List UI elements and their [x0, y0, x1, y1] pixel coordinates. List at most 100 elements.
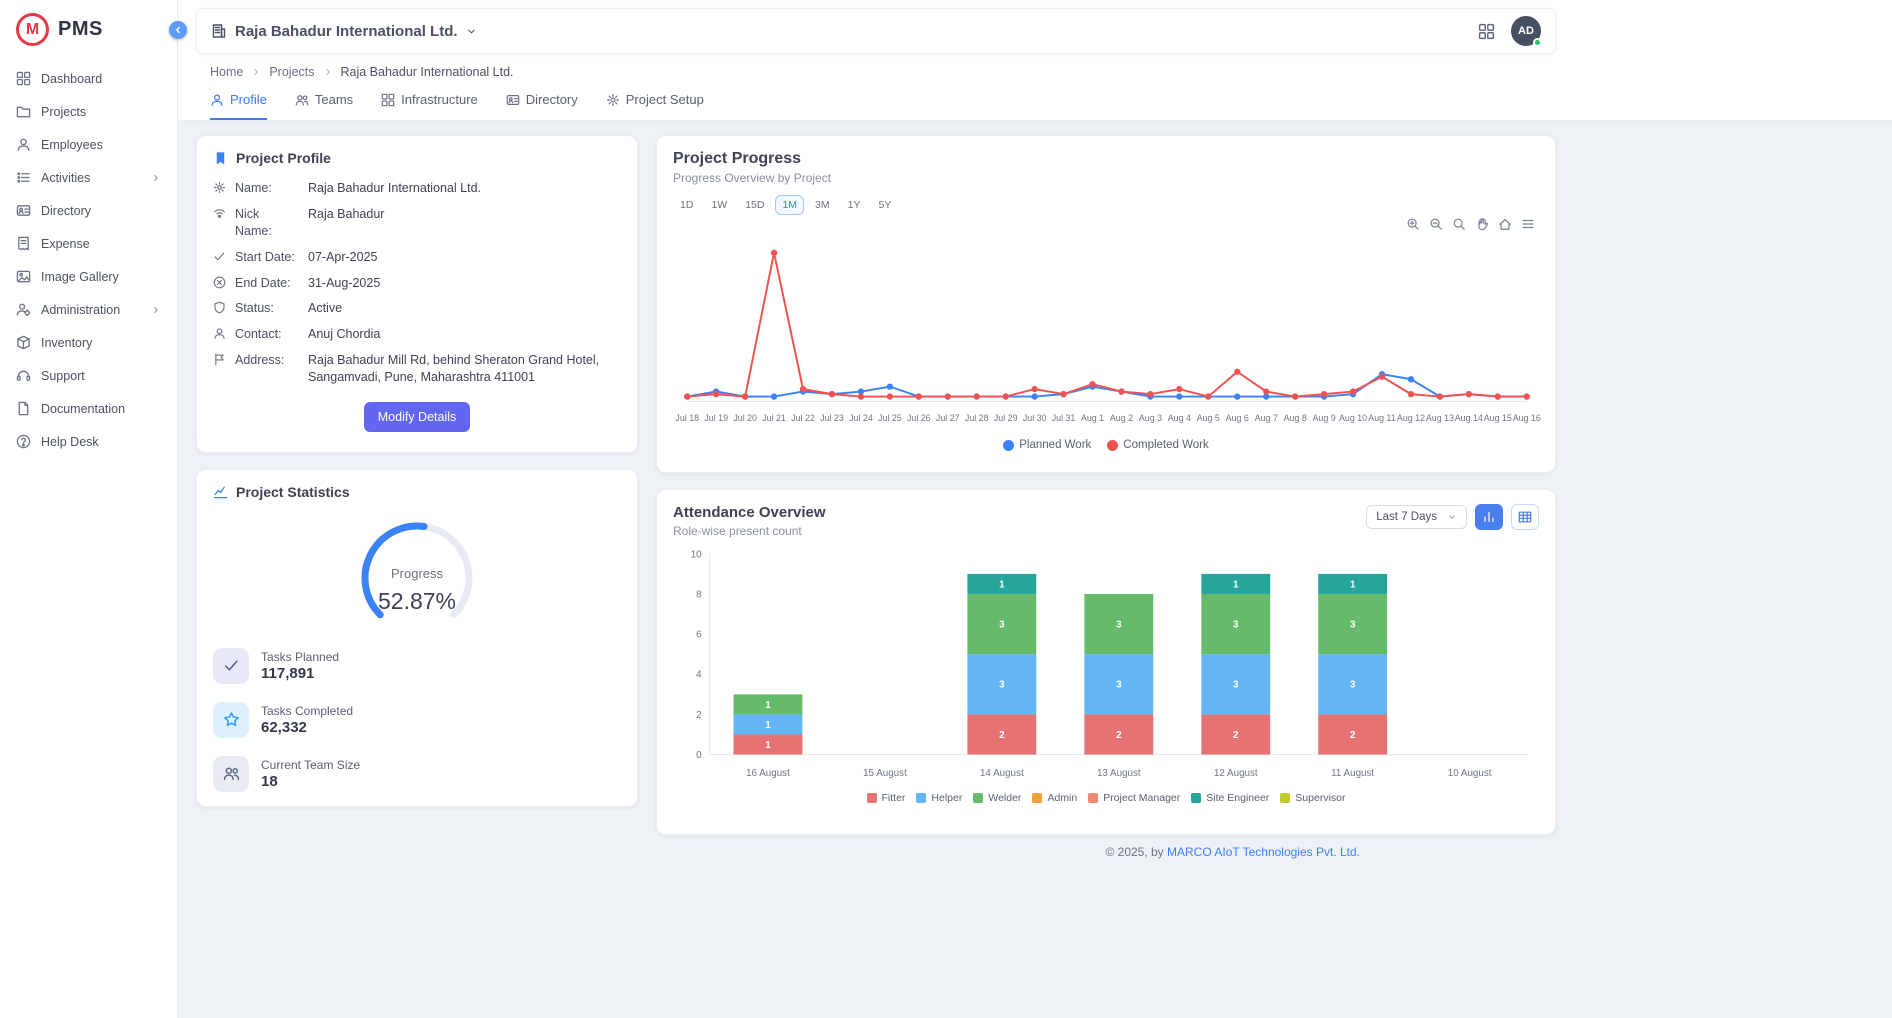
- range-5y[interactable]: 5Y: [871, 195, 898, 215]
- stat-label: Tasks Completed: [261, 704, 353, 718]
- field-label: Nick Name:: [235, 206, 299, 240]
- range-1d[interactable]: 1D: [673, 195, 700, 215]
- svg-text:Jul 26: Jul 26: [907, 413, 931, 423]
- company-switcher[interactable]: Raja Bahadur International Ltd.: [211, 23, 477, 40]
- legend-item[interactable]: Planned Work: [1003, 439, 1091, 451]
- range-1w[interactable]: 1W: [704, 195, 734, 215]
- sidebar-item-label: Help Desk: [41, 435, 99, 449]
- pan-icon[interactable]: [1475, 217, 1489, 231]
- range-1y[interactable]: 1Y: [841, 195, 868, 215]
- svg-text:Aug 14: Aug 14: [1455, 413, 1483, 423]
- attendance-chart[interactable]: 024681011116 August15 August233114 Augus…: [673, 544, 1541, 788]
- sidebar-item-projects[interactable]: Projects: [0, 95, 177, 128]
- zoom-out-icon[interactable]: [1429, 217, 1443, 231]
- sidebar-collapse-button[interactable]: [169, 21, 187, 39]
- sidebar-item-employees[interactable]: Employees: [0, 128, 177, 161]
- range-3m[interactable]: 3M: [808, 195, 837, 215]
- sidebar-item-support[interactable]: Support: [0, 359, 177, 392]
- profile-field-row: Nick Name:Raja Bahadur: [213, 206, 621, 240]
- project-progress-chart[interactable]: Jul 18Jul 19Jul 20Jul 21Jul 22Jul 23Jul …: [673, 233, 1541, 435]
- stat-label: Tasks Planned: [261, 650, 339, 664]
- image-icon: [16, 269, 31, 284]
- sidebar-item-label: Dashboard: [41, 72, 102, 86]
- tab-directory[interactable]: Directory: [506, 92, 578, 120]
- bar-chart-icon: [1482, 510, 1496, 524]
- legend-label: Helper: [931, 792, 962, 804]
- legend-item[interactable]: Project Manager: [1088, 792, 1180, 804]
- attendance-range-select[interactable]: Last 7 Days: [1366, 505, 1467, 529]
- breadcrumb-home[interactable]: Home: [210, 65, 243, 79]
- svg-text:2: 2: [1233, 730, 1239, 741]
- svg-text:3: 3: [999, 620, 1005, 631]
- legend-item[interactable]: Site Engineer: [1191, 792, 1269, 804]
- selection-zoom-icon[interactable]: [1452, 217, 1466, 231]
- field-value: Active: [308, 300, 342, 317]
- company-name: Raja Bahadur International Ltd.: [235, 23, 458, 40]
- svg-text:3: 3: [1350, 620, 1356, 631]
- sidebar-item-label: Image Gallery: [41, 270, 119, 284]
- svg-text:8: 8: [696, 589, 702, 600]
- project-progress-card: Project Progress Progress Overview by Pr…: [656, 135, 1556, 473]
- svg-text:3: 3: [1233, 620, 1239, 631]
- legend-item[interactable]: Helper: [916, 792, 962, 804]
- legend-item[interactable]: Supervisor: [1280, 792, 1345, 804]
- tab-infrastructure[interactable]: Infrastructure: [381, 92, 478, 120]
- legend-item[interactable]: Fitter: [867, 792, 906, 804]
- legend-item[interactable]: Welder: [973, 792, 1021, 804]
- user-icon: [210, 93, 224, 107]
- svg-text:Jul 22: Jul 22: [791, 413, 815, 423]
- sidebar-item-label: Activities: [41, 171, 90, 185]
- svg-text:Jul 28: Jul 28: [965, 413, 989, 423]
- svg-text:2: 2: [999, 730, 1005, 741]
- apps-grid-icon[interactable]: [1478, 23, 1495, 40]
- range-15d[interactable]: 15D: [738, 195, 771, 215]
- footer: © 2025, by MARCO AIoT Technologies Pvt. …: [196, 835, 1556, 869]
- chart-view-button[interactable]: [1475, 504, 1503, 530]
- svg-text:1: 1: [999, 579, 1005, 590]
- zoom-in-icon[interactable]: [1406, 217, 1420, 231]
- sidebar-item-image-gallery[interactable]: Image Gallery: [0, 260, 177, 293]
- legend-label: Planned Work: [1019, 439, 1091, 451]
- sidebar-item-help-desk[interactable]: Help Desk: [0, 425, 177, 458]
- footer-company-link[interactable]: MARCO AIoT Technologies Pvt. Ltd.: [1167, 845, 1360, 859]
- modify-details-button[interactable]: Modify Details: [364, 402, 471, 432]
- chevron-right-icon: [251, 67, 261, 77]
- tab-profile[interactable]: Profile: [210, 92, 267, 120]
- range-1m[interactable]: 1M: [775, 195, 804, 215]
- gear-icon: [606, 93, 620, 107]
- sidebar-item-activities[interactable]: Activities: [0, 161, 177, 194]
- user-icon: [213, 327, 226, 340]
- stat-value: 62,332: [261, 719, 353, 736]
- tab-project-setup[interactable]: Project Setup: [606, 92, 704, 120]
- sidebar-item-documentation[interactable]: Documentation: [0, 392, 177, 425]
- svg-text:1: 1: [765, 700, 771, 711]
- svg-text:Aug 11: Aug 11: [1368, 413, 1395, 423]
- legend-swatch: [867, 793, 877, 803]
- sidebar-item-expense[interactable]: Expense: [0, 227, 177, 260]
- svg-text:Jul 18: Jul 18: [675, 413, 699, 423]
- chart-menu-icon[interactable]: [1521, 217, 1535, 231]
- legend-item[interactable]: Admin: [1032, 792, 1077, 804]
- bookmark-icon: [213, 151, 228, 166]
- sidebar-item-administration[interactable]: Administration: [0, 293, 177, 326]
- svg-text:Aug 2: Aug 2: [1110, 413, 1133, 423]
- gauge-label: Progress: [342, 566, 492, 581]
- tab-teams[interactable]: Teams: [295, 92, 353, 120]
- reset-zoom-icon[interactable]: [1498, 217, 1512, 231]
- sidebar-item-inventory[interactable]: Inventory: [0, 326, 177, 359]
- building-icon: [211, 23, 227, 39]
- sidebar-item-label: Directory: [41, 204, 91, 218]
- table-view-button[interactable]: [1511, 504, 1539, 530]
- legend-item[interactable]: Completed Work: [1107, 439, 1208, 451]
- legend-label: Project Manager: [1103, 792, 1180, 804]
- user-menu[interactable]: AD: [1511, 16, 1541, 46]
- x-circle-icon: [213, 276, 226, 289]
- svg-text:Jul 29: Jul 29: [994, 413, 1018, 423]
- stat-tasks-planned: Tasks Planned117,891: [213, 648, 621, 684]
- sidebar-item-directory[interactable]: Directory: [0, 194, 177, 227]
- brand-logo-letter: M: [26, 21, 39, 39]
- shield-icon: [213, 301, 226, 314]
- breadcrumb-projects[interactable]: Projects: [269, 65, 314, 79]
- user-gear-icon: [16, 302, 31, 317]
- sidebar-item-dashboard[interactable]: Dashboard: [0, 62, 177, 95]
